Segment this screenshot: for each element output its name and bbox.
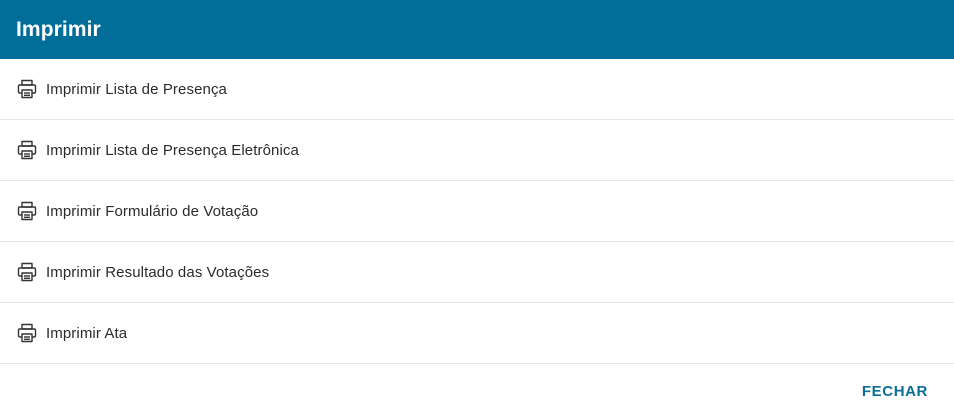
dialog-title: Imprimir bbox=[16, 17, 101, 41]
printer-icon bbox=[16, 261, 38, 283]
print-option-label: Imprimir Ata bbox=[46, 325, 128, 342]
dialog-header: Imprimir bbox=[0, 0, 954, 59]
print-dialog: Imprimir Imprimir Lista de Presença Impr… bbox=[0, 0, 954, 417]
print-option-label: Imprimir Formulário de Votação bbox=[46, 203, 259, 220]
print-option-ata[interactable]: Imprimir Ata bbox=[0, 303, 954, 364]
dialog-footer: FECHAR bbox=[0, 365, 954, 417]
print-options-list: Imprimir Lista de Presença Imprimir List… bbox=[0, 59, 954, 364]
print-option-resultado-votacoes[interactable]: Imprimir Resultado das Votações bbox=[0, 242, 954, 303]
print-option-label: Imprimir Lista de Presença bbox=[46, 81, 227, 98]
print-option-label: Imprimir Resultado das Votações bbox=[46, 264, 270, 281]
printer-icon bbox=[16, 200, 38, 222]
print-option-label: Imprimir Lista de Presença Eletrônica bbox=[46, 142, 299, 159]
close-button[interactable]: FECHAR bbox=[862, 377, 928, 406]
printer-icon bbox=[16, 322, 38, 344]
print-option-lista-presenca-eletronica[interactable]: Imprimir Lista de Presença Eletrônica bbox=[0, 120, 954, 181]
printer-icon bbox=[16, 78, 38, 100]
print-option-formulario-votacao[interactable]: Imprimir Formulário de Votação bbox=[0, 181, 954, 242]
printer-icon bbox=[16, 139, 38, 161]
print-option-lista-presenca[interactable]: Imprimir Lista de Presença bbox=[0, 59, 954, 120]
